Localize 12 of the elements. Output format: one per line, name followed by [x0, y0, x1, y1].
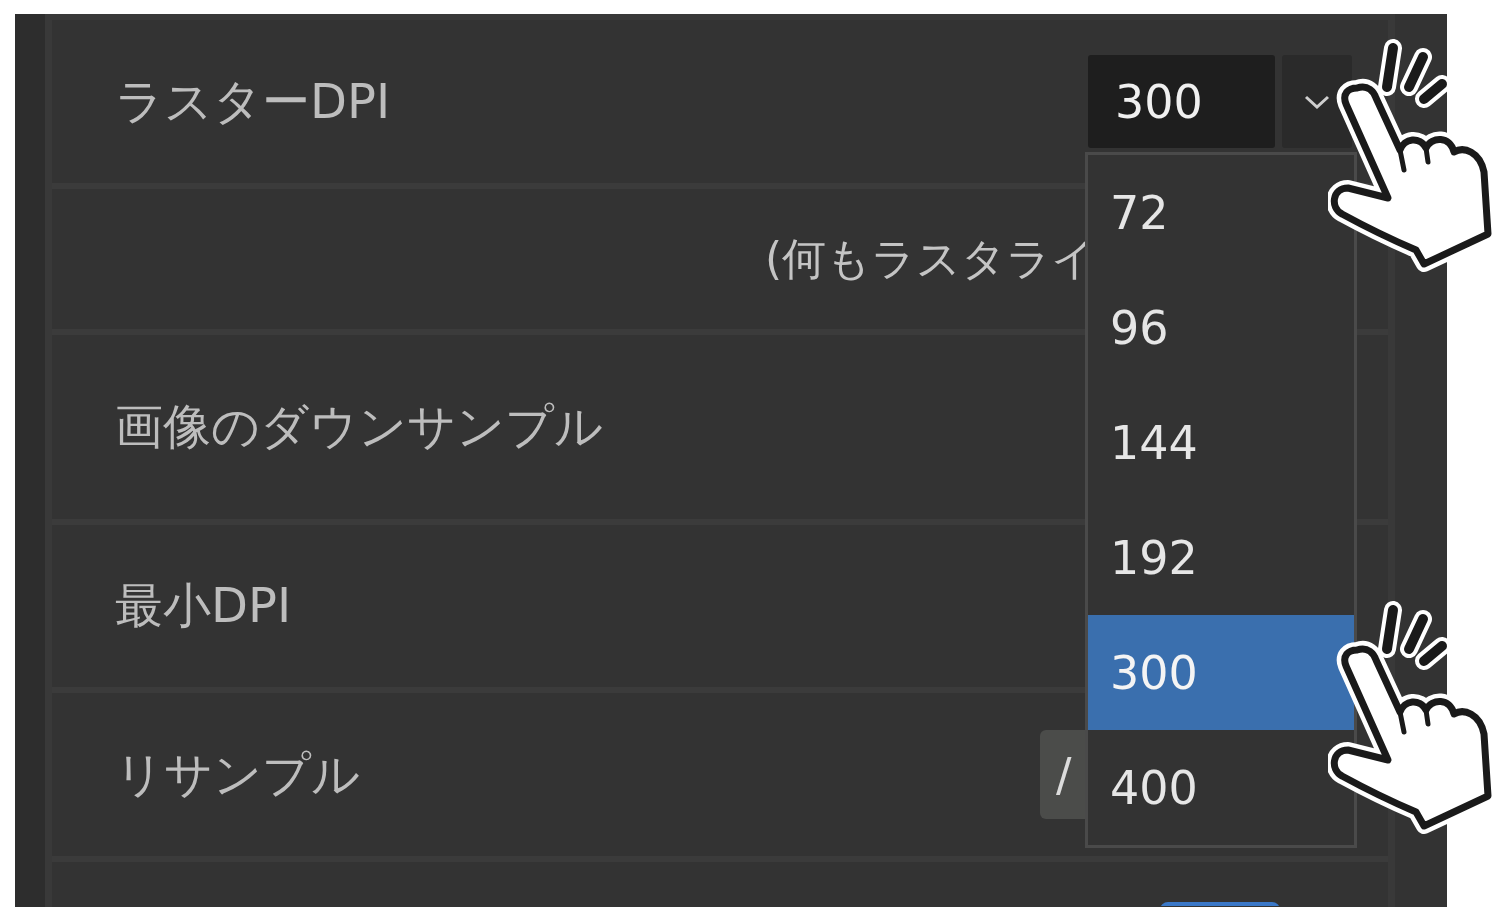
setting-label: ラスターDPI [115, 71, 391, 131]
setting-label: リサンプル [115, 744, 360, 804]
dropdown-arrow-button[interactable] [1282, 55, 1352, 148]
setting-label: 最小DPI [115, 576, 292, 635]
resample-button[interactable]: / [1040, 730, 1085, 819]
chevron-down-icon [1304, 94, 1330, 109]
dropdown-option[interactable]: 300 [1088, 615, 1354, 730]
dropdown-option[interactable]: 144 [1088, 385, 1354, 500]
dropdown-option[interactable]: 400 [1088, 730, 1354, 845]
dropdown-value[interactable]: 300 [1088, 55, 1275, 148]
setting-label: 画像のダウンサンプル [115, 397, 603, 456]
dropdown-option[interactable]: 192 [1088, 500, 1354, 615]
